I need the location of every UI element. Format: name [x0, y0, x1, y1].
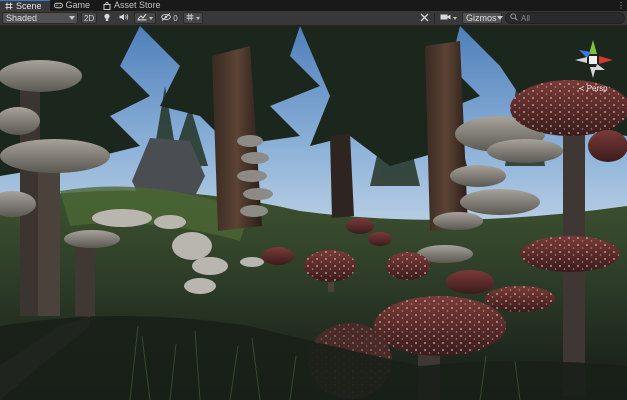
grid-icon: [186, 13, 194, 23]
projection-toggle[interactable]: ≺ Persp: [578, 84, 608, 93]
more-options-icon[interactable]: ⋮: [615, 0, 627, 11]
audio-toggle[interactable]: [117, 12, 131, 24]
hash-icon: [4, 2, 13, 11]
lightbulb-icon: [103, 13, 111, 24]
tab-game[interactable]: Game: [50, 0, 99, 11]
gamepad-icon: [53, 1, 63, 10]
grid-dropdown[interactable]: [182, 12, 203, 24]
lighting-toggle[interactable]: [100, 12, 114, 24]
search-field[interactable]: [505, 12, 625, 24]
persp-arrow-icon: ≺: [578, 84, 585, 93]
hidden-objects-toggle[interactable]: 0: [159, 12, 179, 24]
speaker-icon: [119, 13, 129, 23]
camera-dropdown[interactable]: [438, 12, 459, 24]
search-input[interactable]: [521, 13, 620, 23]
search-icon: [510, 13, 518, 23]
render-mode-dropdown[interactable]: Shaded: [2, 12, 78, 24]
chevron-down-icon: [453, 16, 457, 20]
tab-asset-store[interactable]: Asset Store: [98, 0, 169, 11]
chevron-down-icon: [149, 16, 154, 20]
wrench-cross-icon: [420, 13, 429, 24]
editor-tab-bar: Scene Game Asset Store ⋮: [0, 0, 627, 11]
render-mode-value: Shaded: [6, 13, 38, 23]
gizmos-dropdown[interactable]: Gizmos: [462, 12, 503, 24]
layers-effects-icon: [137, 13, 147, 23]
chevron-down-icon: [195, 16, 200, 20]
tab-label: Scene: [16, 0, 42, 11]
toggle-2d-button[interactable]: 2D: [81, 12, 98, 24]
tab-label: Asset Store: [114, 0, 161, 10]
scene-viewport[interactable]: ≺ Persp: [0, 26, 627, 400]
chevron-down-icon: [69, 16, 75, 20]
camera-icon: [440, 13, 451, 23]
gizmos-label: Gizmos: [466, 13, 497, 23]
scene-toolbar: Shaded 2D 0 Gizmos All: [0, 11, 627, 26]
scene-render: [0, 26, 627, 400]
bag-icon: [102, 1, 111, 10]
tools-button[interactable]: [417, 12, 431, 24]
projection-label: Persp: [586, 84, 608, 93]
hidden-count: 0: [173, 13, 178, 23]
chevron-down-icon: [496, 16, 503, 20]
center-cube: [589, 56, 597, 64]
neg-x-cone: [575, 57, 587, 63]
tab-scene[interactable]: Scene: [0, 0, 50, 11]
tab-label: Game: [65, 0, 91, 10]
effects-dropdown[interactable]: [134, 12, 157, 24]
eye-slash-icon: [161, 13, 171, 23]
neg-z-cone: [595, 64, 605, 70]
neg-y-cone: [590, 67, 596, 78]
x-axis-cone: [599, 56, 613, 64]
